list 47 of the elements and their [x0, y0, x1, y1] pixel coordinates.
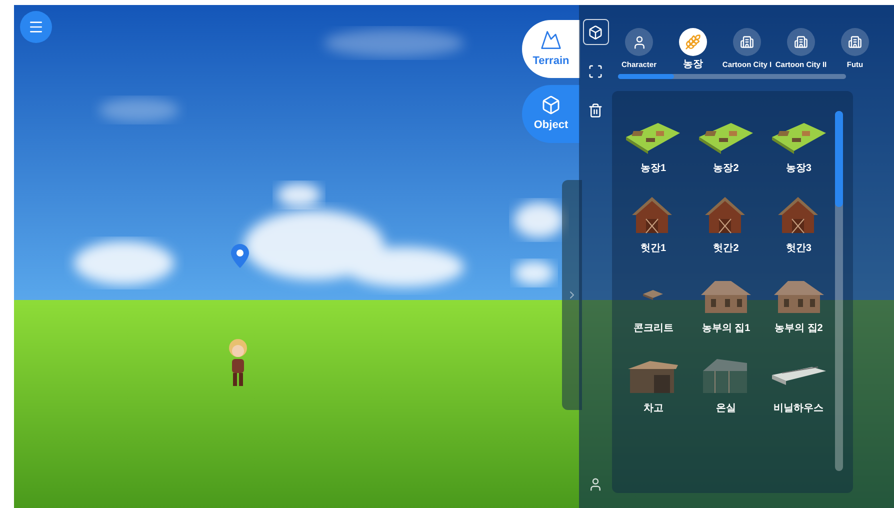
object-item[interactable]: 농장3: [765, 113, 832, 175]
wheat-icon: [685, 34, 701, 50]
concrete-slab-drawing: [643, 290, 664, 300]
building-icon: [740, 35, 754, 49]
mode-tab[interactable]: Object: [522, 85, 580, 143]
building-icon: [794, 35, 808, 49]
item-label: 농장1: [640, 163, 666, 175]
cube-icon: [588, 24, 603, 40]
person-icon: [588, 476, 603, 492]
toolbar-button[interactable]: [582, 19, 608, 45]
item-label: 농장2: [713, 163, 739, 175]
item-label: 농부의 집2: [774, 323, 823, 335]
cloud-drawing: [277, 183, 321, 207]
menu-icon: [28, 19, 44, 35]
person-icon: [632, 34, 646, 50]
item-label: 농장3: [786, 163, 812, 175]
cloud-drawing: [514, 202, 564, 238]
category-label: 농장: [683, 59, 703, 71]
item-label: 차고: [643, 403, 664, 415]
building-icon: [848, 35, 862, 49]
category-scroll-thumb: [618, 74, 674, 79]
object-item[interactable]: 농부의 집2: [765, 273, 832, 335]
object-item[interactable]: 온실: [692, 353, 760, 415]
item-label: 헛간1: [640, 243, 666, 255]
item-label: 온실: [716, 403, 736, 415]
item-label: 헛간3: [786, 243, 812, 255]
object-item[interactable]: 농부의 집1: [692, 273, 760, 335]
object-item[interactable]: 헛간3: [765, 193, 832, 255]
cloud-drawing: [514, 261, 554, 285]
cube-icon: [541, 94, 561, 115]
mode-tab[interactable]: Terrain: [522, 20, 580, 78]
mountain-icon: [540, 28, 562, 51]
object-item[interactable]: 헛간2: [692, 193, 760, 255]
object-item[interactable]: 차고: [620, 353, 687, 415]
item-label: 비닐하우스: [774, 403, 824, 415]
category-tab[interactable]: 농장: [666, 28, 720, 71]
item-label: 헛간2: [713, 243, 739, 255]
object-item[interactable]: 콘크리트: [620, 273, 687, 335]
object-item[interactable]: 헛간1: [620, 193, 687, 255]
map-pin-icon: [231, 244, 249, 268]
trash-icon: [588, 102, 603, 118]
object-item[interactable]: 비닐하우스: [765, 353, 832, 415]
fit-screen-icon: [588, 64, 603, 78]
item-label: 콘크리트: [633, 323, 674, 335]
object-item[interactable]: 농장2: [692, 113, 760, 175]
object-item[interactable]: 농장1: [620, 113, 687, 175]
item-label: 농부의 집1: [702, 323, 750, 335]
